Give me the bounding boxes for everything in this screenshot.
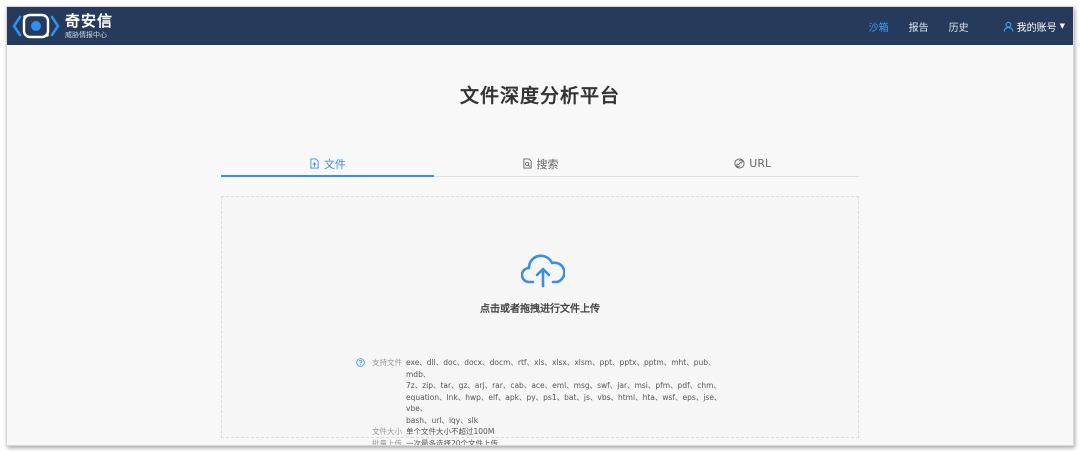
main-nav: 沙箱 报告 历史 我的账号 ▼ [869, 7, 1073, 45]
tab-search[interactable]: 搜索 [434, 151, 647, 176]
page-title: 文件深度分析平台 [459, 85, 620, 107]
nav-sandbox[interactable]: 沙箱 [869, 19, 889, 34]
cloud-upload-icon[interactable] [521, 252, 565, 288]
question-circle-icon[interactable] [356, 358, 365, 367]
nav-report[interactable]: 报告 [909, 19, 929, 34]
upload-hint: 点击或者拖拽进行文件上传 [480, 304, 600, 315]
supported-files-list: exe、dll、doc、docx、docm、rtf、xls、xlsx、xlsm、… [406, 358, 722, 425]
tab-file-label: 文件 [323, 157, 346, 171]
app-window: 奇安信 威胁情报中心 沙箱 报告 历史 我的账号 ▼ 文件深度分析平台 文件 搜… [6, 6, 1074, 446]
tab-file[interactable]: 文件 [221, 151, 434, 177]
supported-files-row: 支持文件 exe、dll、doc、docx、docm、rtf、xls、xlsx、… [356, 357, 726, 426]
analysis-tabs: 文件 搜索 URL [221, 151, 859, 177]
brand[interactable]: 奇安信 威胁情报中心 [11, 7, 113, 45]
batch-upload-label: 批量上传 [372, 438, 402, 446]
supported-files-label: 支持文件 [372, 358, 402, 367]
qianxin-logo-icon [12, 13, 60, 39]
file-size-label: 文件大小 [372, 427, 402, 436]
user-icon [1003, 21, 1014, 32]
upload-dropzone[interactable]: 点击或者拖拽进行文件上传 支持文件 exe、dll、doc、docx、docm、… [221, 196, 859, 445]
file-upload-icon [310, 158, 319, 169]
file-size-value: 单个文件大小不超过100M [406, 427, 495, 436]
top-navbar: 奇安信 威胁情报中心 沙箱 报告 历史 我的账号 ▼ [7, 7, 1073, 45]
brand-name: 奇安信 [65, 11, 114, 30]
tab-url-label: URL [749, 157, 772, 170]
file-size-row: 文件大小 单个文件大小不超过100M [356, 426, 726, 438]
account-menu[interactable]: 我的账号 ▼ [1003, 19, 1065, 34]
brand-subtitle: 威胁情报中心 [65, 30, 107, 39]
search-file-icon [522, 158, 532, 169]
tab-url[interactable]: URL [646, 151, 859, 176]
caret-down-icon: ▼ [1059, 22, 1065, 30]
link-icon [734, 158, 745, 169]
nav-history[interactable]: 历史 [949, 19, 969, 34]
batch-upload-value: 一次最多选择20个文件上传 [406, 438, 499, 446]
account-label: 我的账号 [1016, 22, 1057, 34]
upload-info: 支持文件 exe、dll、doc、docx、docm、rtf、xls、xlsx、… [356, 357, 726, 446]
batch-upload-row: 批量上传 一次最多选择20个文件上传 [356, 438, 726, 446]
tab-search-label: 搜索 [536, 157, 559, 171]
